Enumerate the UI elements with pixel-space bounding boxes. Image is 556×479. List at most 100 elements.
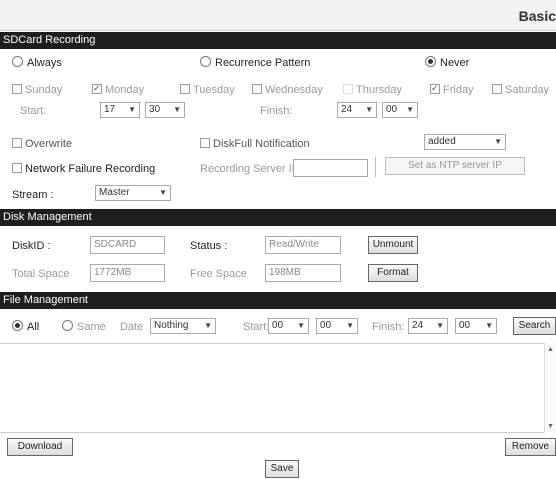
radio-all[interactable]: All [12,320,39,334]
checkbox-saturday[interactable] [492,84,502,94]
chevron-down-icon: ▼ [346,321,354,330]
chevron-down-icon: ▼ [406,105,414,114]
start-hour-select[interactable]: 17 ▼ [100,102,140,118]
network-failure-option[interactable]: Network Failure Recording [12,162,155,176]
radio-never[interactable]: Never [425,56,469,70]
finish-hour-select[interactable]: 24 ▼ [337,102,377,118]
checkbox-thursday[interactable] [343,84,353,94]
day-saturday[interactable]: Saturday [492,83,549,97]
search-button[interactable]: Search [513,317,556,335]
file-start-label: Start: [243,321,270,333]
file-finish-minute-value: 00 [459,320,471,331]
day-monday[interactable]: Monday [92,81,145,97]
radio-same-label: Same [77,321,106,333]
day-friday-label: Friday [443,84,474,96]
day-wednesday[interactable]: Wednesday [252,83,323,97]
section-header-sdcard-recording: SDCard Recording [0,32,556,49]
day-monday-label: Monday [105,84,145,96]
checkbox-network-failure[interactable] [12,163,22,173]
diskfull-option[interactable]: DiskFull Notification [200,137,310,151]
chevron-down-icon: ▼ [159,188,167,197]
start-minute-value: 30 [149,104,161,115]
file-start-minute-select[interactable]: 00 ▼ [316,318,358,334]
radio-never-indicator[interactable] [425,56,436,67]
finish-hour-value: 24 [341,104,353,115]
day-sunday-label: Sunday [25,84,63,96]
server-ip-input[interactable] [293,159,368,177]
day-tuesday[interactable]: Tuesday [180,83,235,97]
day-tuesday-label: Tuesday [193,84,235,96]
day-thursday-label: Thursday [356,84,402,96]
disk-id-label: DiskID : [12,240,51,252]
file-start-hour-select[interactable]: 00 ▼ [268,318,309,334]
status-label: Status : [190,240,228,252]
date-select[interactable]: Nothing ▼ [150,318,216,334]
radio-all-indicator[interactable] [12,320,23,331]
radio-same-indicator[interactable] [62,320,73,331]
radio-same[interactable]: Same [62,320,106,334]
stream-select[interactable]: Master ▼ [95,185,171,201]
status-field: Read/Write [265,236,341,254]
checkbox-monday[interactable] [92,81,102,95]
notification-value: added [428,136,456,147]
radio-recurrence-pattern[interactable]: Recurrence Pattern [200,56,310,70]
finish-minute-select[interactable]: 00 ▼ [382,102,418,118]
checkbox-tuesday[interactable] [180,84,190,94]
radio-recurrence-indicator[interactable] [200,56,211,67]
remove-button[interactable]: Remove [505,438,556,456]
finish-label: Finish: [260,105,293,117]
file-list[interactable] [0,343,556,433]
section-header-file-management: File Management [0,292,556,309]
chevron-down-icon: ▼ [365,105,373,114]
file-finish-minute-select[interactable]: 00 ▼ [455,318,497,334]
free-space-label: Free Space [190,268,247,280]
finish-minute-value: 00 [386,104,398,115]
save-button[interactable]: Save [265,460,299,478]
set-ntp-server-button[interactable]: Set as NTP server IP [385,157,525,175]
scroll-up-icon[interactable]: ▲ [547,346,554,353]
chevron-down-icon: ▼ [128,105,136,114]
total-space-field: 1772MB [90,264,165,282]
diskfull-label: DiskFull Notification [213,138,310,150]
top-bar [0,0,556,31]
checkbox-overwrite[interactable] [12,138,22,148]
radio-always[interactable]: Always [12,56,62,70]
page-title: Basic [518,8,556,24]
chevron-down-icon: ▼ [204,321,212,330]
start-label: Start: [20,105,47,117]
notification-select[interactable]: added ▼ [424,134,506,150]
day-sunday[interactable]: Sunday [12,83,62,97]
checkbox-diskfull[interactable] [200,138,210,148]
radio-always-indicator[interactable] [12,56,23,67]
overwrite-option[interactable]: Overwrite [12,137,72,151]
download-button[interactable]: Download [7,438,73,456]
checkbox-friday[interactable] [430,81,440,95]
overwrite-label: Overwrite [25,138,73,150]
day-wednesday-label: Wednesday [265,84,323,96]
format-button[interactable]: Format [368,264,418,282]
day-thursday[interactable]: Thursday [343,83,402,97]
divider [375,157,376,177]
network-failure-label: Network Failure Recording [25,163,156,175]
file-list-scrollbar[interactable]: ▲ ▼ [544,343,556,433]
free-space-field: 198MB [265,264,341,282]
radio-never-label: Never [440,57,470,69]
chevron-down-icon: ▼ [494,137,502,146]
radio-always-label: Always [27,57,62,69]
scroll-down-icon[interactable]: ▼ [547,423,554,430]
disk-id-field: SDCARD [90,236,165,254]
stream-value: Master [99,187,130,198]
chevron-down-icon: ▼ [173,105,181,114]
unmount-button[interactable]: Unmount [368,236,418,254]
checkbox-wednesday[interactable] [252,84,262,94]
chevron-down-icon: ▼ [297,321,305,330]
file-start-minute-value: 00 [320,320,332,331]
start-minute-select[interactable]: 30 ▼ [145,102,185,118]
section-header-disk-management: Disk Management [0,209,556,226]
day-friday[interactable]: Friday [430,81,474,97]
server-ip-label: Recording Server IP [200,163,300,175]
date-label: Date [120,321,144,333]
checkbox-sunday[interactable] [12,84,22,94]
chevron-down-icon: ▼ [485,321,493,330]
file-finish-hour-select[interactable]: 24 ▼ [408,318,448,334]
